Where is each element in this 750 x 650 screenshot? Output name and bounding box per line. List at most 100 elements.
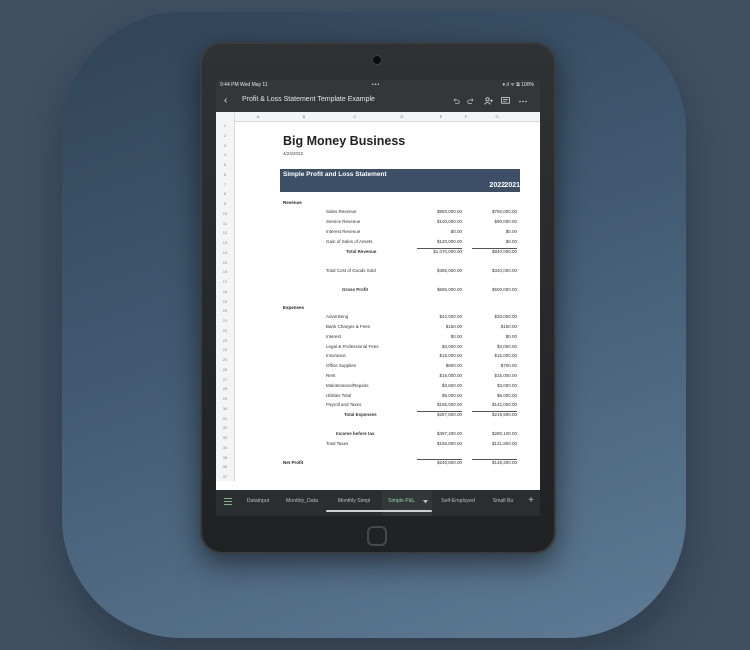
column-header-g[interactable]: G [495,112,498,121]
row-label[interactable]: Total Cost of Goods Sold [326,268,376,273]
row-number[interactable]: 20 [216,308,234,313]
row-label[interactable]: Rent [326,373,336,378]
total-taxes-2022[interactable]: $156,800.00 [417,441,462,446]
row-label[interactable]: Bank Charges & Fees [326,324,370,329]
row-number[interactable]: 8 [216,191,234,196]
sheet-tab[interactable]: Monthly Simpl [326,490,382,516]
row-number[interactable]: 21 [216,318,234,323]
value-2021[interactable]: $30,000.00 [472,314,517,319]
total-expenses-label[interactable]: Total Expenses [344,412,377,417]
redo-icon[interactable] [467,97,475,105]
row-number[interactable]: 27 [216,377,234,382]
value-2021[interactable]: $8,000.00 [472,393,517,398]
column-header-f[interactable]: F [465,112,467,121]
revenue-section-label[interactable]: Revenue [283,200,302,205]
row-label[interactable]: Utilities Total [326,393,351,398]
row-number[interactable]: 30 [216,406,234,411]
value-2022[interactable]: $3,600.00 [417,383,462,388]
sheet-tab[interactable]: Self-Employed [432,490,484,516]
sheet-tab[interactable]: DataInput [238,490,278,516]
column-header-e[interactable]: E [440,112,443,121]
income-before-tax-2022[interactable]: $397,400.00 [417,431,462,436]
total-revenue-2022[interactable]: $1,070,000.00 [417,248,462,254]
row-label[interactable]: Gain of Sales of Assets [326,239,373,244]
net-profit-label[interactable]: Net Profit [283,460,303,465]
more-icon[interactable] [519,100,527,103]
row-number[interactable]: 13 [216,240,234,245]
income-before-tax-label[interactable]: Income before tax [336,431,375,436]
value-2021[interactable]: $700.00 [472,363,517,368]
value-2022[interactable]: $18,000.00 [417,353,462,358]
statement-date[interactable]: 4/23/2022 [283,151,303,156]
total-expenses-2022[interactable]: $287,600.00 [417,411,462,417]
row-label[interactable]: Total Taxes [326,441,348,446]
row-number[interactable]: 14 [216,250,234,255]
net-profit-2021[interactable]: $148,300.00 [472,459,517,465]
total-revenue-label[interactable]: Total Revenue [346,249,376,254]
spreadsheet-grid[interactable]: Big Money Business 4/23/2022 Simple Prof… [235,121,540,481]
undo-icon[interactable] [452,97,460,105]
value-2022[interactable]: $0.00 [417,229,462,234]
income-before-tax-2021[interactable]: $280,100.00 [472,431,517,436]
value-2022[interactable]: $385,000.00 [417,268,462,273]
row-number[interactable]: 2 [216,133,234,138]
row-number[interactable]: 11 [216,221,234,226]
row-number[interactable]: 22 [216,328,234,333]
row-number[interactable]: 6 [216,172,234,177]
value-2022[interactable]: $150.00 [417,324,462,329]
row-number[interactable]: 33 [216,435,234,440]
row-number[interactable]: 26 [216,367,234,372]
value-2022[interactable]: $850,000.00 [417,209,462,214]
row-number[interactable]: 19 [216,299,234,304]
value-2021[interactable]: $90,000.00 [472,219,517,224]
total-expenses-2021[interactable]: $219,900.00 [472,411,517,417]
column-header-a[interactable]: A [257,112,260,121]
row-label[interactable]: Legal & Professional Fees [326,344,379,349]
row-number[interactable]: 9 [216,201,234,206]
column-header-c[interactable]: C [354,112,357,121]
sheet-tab[interactable]: Monthly_Data [278,490,326,516]
value-2021[interactable]: $3,000.00 [472,344,517,349]
row-label[interactable]: Service Revenue [326,219,360,224]
row-number[interactable]: 34 [216,445,234,450]
row-number[interactable]: 25 [216,357,234,362]
row-label[interactable]: Advertising [326,314,348,319]
value-2022[interactable]: $42,000.00 [417,314,462,319]
row-number[interactable]: 31 [216,416,234,421]
chevron-down-icon[interactable] [423,500,428,504]
value-2022[interactable]: $3,000.00 [417,344,462,349]
value-2022[interactable]: $9,000.00 [417,393,462,398]
column-header-d[interactable]: D [401,112,404,121]
row-number[interactable]: 28 [216,386,234,391]
value-2022[interactable]: $100,000.00 [417,219,462,224]
value-2022[interactable]: $16,000.00 [417,373,462,378]
comment-icon[interactable] [501,97,510,105]
value-2021[interactable]: $150.00 [472,324,517,329]
row-number[interactable]: 3 [216,143,234,148]
row-number[interactable]: 36 [216,464,234,469]
sheet-tab[interactable]: Small Bu [484,490,522,516]
expenses-section-label[interactable]: Expenses [283,305,304,310]
row-number[interactable]: 37 [216,474,234,479]
value-2022[interactable]: $120,000.00 [417,239,462,244]
row-label[interactable]: Interest Revenue [326,229,360,234]
year-2021-header[interactable]: 2021 [460,182,520,189]
company-title[interactable]: Big Money Business [283,134,405,148]
gross-profit-2022[interactable]: $685,000.00 [417,287,462,292]
total-revenue-2021[interactable]: $840,000.00 [472,248,517,254]
value-2021[interactable]: $0.00 [472,334,517,339]
value-2021[interactable]: $142,000.00 [472,402,517,407]
row-number[interactable]: 5 [216,162,234,167]
row-number[interactable]: 7 [216,182,234,187]
value-2021[interactable]: $15,000.00 [472,373,517,378]
value-2021[interactable]: $0.00 [472,229,517,234]
add-person-icon[interactable] [484,97,493,105]
banner-title[interactable]: Simple Profit and Loss Statement [283,171,387,178]
value-2021[interactable]: $3,000.00 [472,383,517,388]
row-number[interactable]: 15 [216,260,234,265]
value-2021[interactable]: $340,000.00 [472,268,517,273]
row-label[interactable]: Office Supplies [326,363,356,368]
row-label[interactable]: Insurance [326,353,346,358]
row-number[interactable]: 32 [216,425,234,430]
value-2021[interactable]: $750,000.00 [472,209,517,214]
